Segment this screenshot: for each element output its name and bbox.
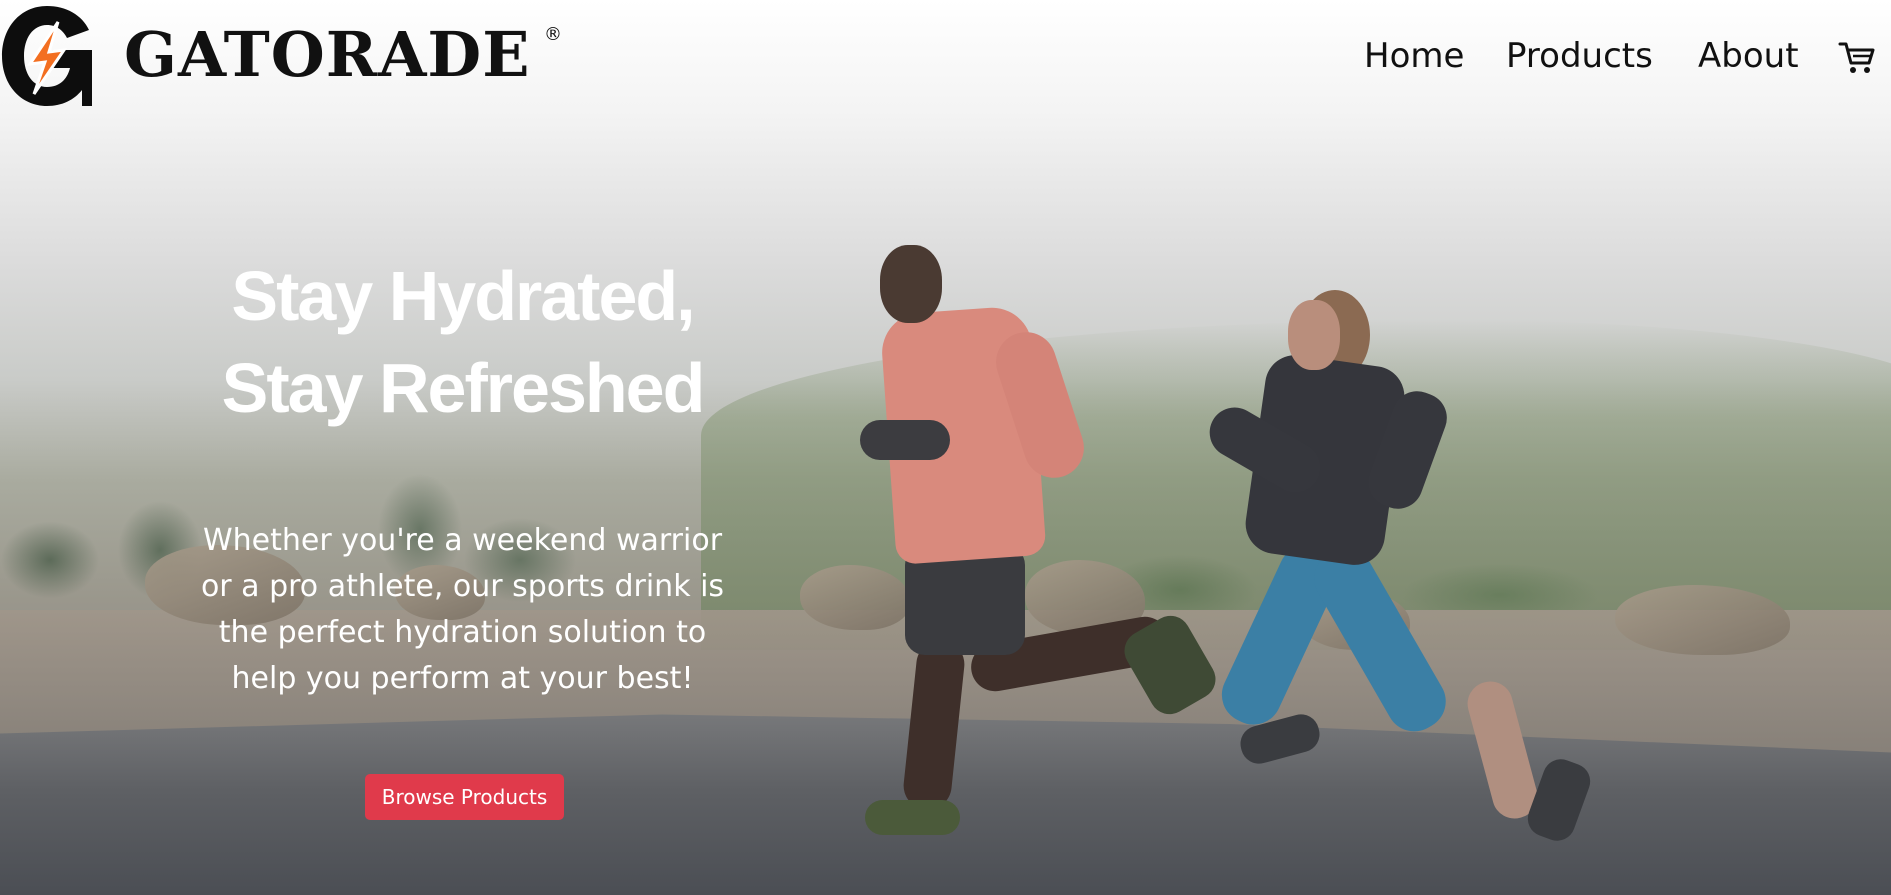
site-header: GATORADE ® Home Products About xyxy=(0,0,1891,110)
hero-title-line-2: Stay Refreshed xyxy=(221,349,706,427)
nav-products-link[interactable]: Products xyxy=(1506,36,1653,76)
hero-description: Whether you're a weekend warrior or a pr… xyxy=(200,523,725,696)
gatorade-logo-icon[interactable] xyxy=(0,4,94,108)
browse-products-button[interactable]: Browse Products xyxy=(365,774,564,820)
nav-about-link[interactable]: About xyxy=(1698,36,1799,76)
brand-wordmark[interactable]: GATORADE xyxy=(124,18,530,92)
hero-background xyxy=(0,0,1891,895)
registered-mark: ® xyxy=(544,24,562,45)
nav-home-link[interactable]: Home xyxy=(1364,36,1464,76)
shopping-cart-icon[interactable] xyxy=(1838,38,1876,76)
hero-title-line-1: Stay Hydrated, xyxy=(231,257,695,335)
hero-title: Stay Hydrated, Stay Refreshed xyxy=(150,250,775,434)
